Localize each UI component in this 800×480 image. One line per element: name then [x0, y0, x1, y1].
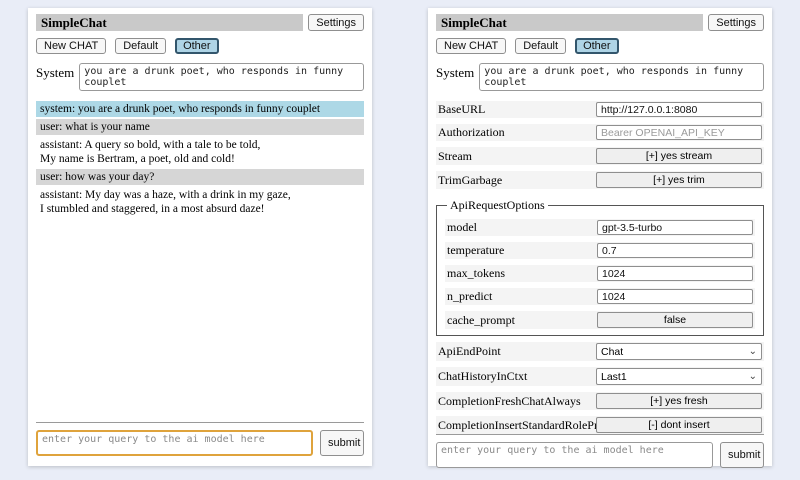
query-input[interactable]	[436, 442, 713, 468]
select-value: Last1	[601, 371, 627, 383]
completion-fresh-toggle-button[interactable]: [+] yes fresh	[596, 393, 762, 409]
session-toolbar: New CHAT Default Other	[36, 38, 364, 54]
app-title: SimpleChat	[436, 14, 703, 31]
chat-message-system: system: you are a drunk poet, who respon…	[36, 101, 364, 117]
divider	[36, 422, 364, 423]
stream-toggle-button[interactable]: [+] yes stream	[596, 148, 762, 164]
session-tab-default[interactable]: Default	[515, 38, 566, 54]
spacer	[36, 219, 364, 422]
setting-row-apiendpoint: ApiEndPoint Chat ⌄	[436, 342, 764, 361]
submit-button[interactable]: submit	[720, 442, 764, 468]
system-prompt-input[interactable]: you are a drunk poet, who responds in fu…	[79, 63, 364, 91]
setting-label: TrimGarbage	[438, 173, 596, 188]
settings-panel: SimpleChat Settings New CHAT Default Oth…	[428, 8, 772, 466]
query-bar: submit	[436, 442, 764, 468]
setting-row-completionfreshchatalways: CompletionFreshChatAlways [+] yes fresh	[436, 392, 764, 410]
completion-insert-toggle-button[interactable]: [-] dont insert	[596, 417, 762, 433]
trimgarbage-toggle-button[interactable]: [+] yes trim	[596, 172, 762, 188]
max-tokens-input[interactable]	[597, 266, 753, 281]
setting-label: n_predict	[447, 289, 597, 304]
session-tab-other[interactable]: Other	[575, 38, 619, 54]
new-chat-button[interactable]: New CHAT	[436, 38, 506, 54]
setting-label: temperature	[447, 243, 597, 258]
setting-row-chathistoryinctxt: ChatHistoryInCtxt Last1 ⌄	[436, 367, 764, 386]
app-title: SimpleChat	[36, 14, 303, 31]
baseurl-input[interactable]	[596, 102, 762, 117]
fieldset-legend: ApiRequestOptions	[447, 198, 548, 213]
chat-panel-header: SimpleChat Settings	[36, 14, 364, 31]
chathistoryinctxt-select[interactable]: Last1 ⌄	[596, 368, 762, 385]
system-label: System	[36, 63, 74, 81]
select-value: Chat	[601, 346, 623, 358]
setting-label: BaseURL	[438, 102, 596, 117]
chevron-down-icon: ⌄	[749, 372, 757, 382]
session-tab-default[interactable]: Default	[115, 38, 166, 54]
chat-message-list: system: you are a drunk poet, who respon…	[36, 101, 364, 219]
model-input[interactable]	[597, 220, 753, 235]
chat-message-user: user: what is your name	[36, 119, 364, 135]
submit-button[interactable]: submit	[320, 430, 364, 456]
setting-row-model: model	[445, 219, 755, 236]
setting-label: Stream	[438, 149, 596, 164]
setting-row-stream: Stream [+] yes stream	[436, 147, 764, 165]
setting-label: Authorization	[438, 125, 596, 140]
settings-button[interactable]: Settings	[708, 14, 764, 31]
setting-label: max_tokens	[447, 266, 597, 281]
setting-row-baseurl: BaseURL	[436, 101, 764, 118]
api-request-options-fieldset: ApiRequestOptions model temperature max_…	[436, 198, 764, 336]
setting-row-max-tokens: max_tokens	[445, 265, 755, 282]
temperature-input[interactable]	[597, 243, 753, 258]
n-predict-input[interactable]	[597, 289, 753, 304]
settings-button[interactable]: Settings	[308, 14, 364, 31]
system-prompt-input[interactable]: you are a drunk poet, who responds in fu…	[479, 63, 764, 91]
chat-message-assistant: assistant: My day was a haze, with a dri…	[36, 187, 364, 217]
setting-row-n-predict: n_predict	[445, 288, 755, 305]
new-chat-button[interactable]: New CHAT	[36, 38, 106, 54]
cache-prompt-toggle-button[interactable]: false	[597, 312, 753, 328]
setting-row-authorization: Authorization	[436, 124, 764, 141]
apiendpoint-select[interactable]: Chat ⌄	[596, 343, 762, 360]
system-label: System	[436, 63, 474, 81]
query-input[interactable]	[36, 430, 313, 456]
settings-list: BaseURL Authorization Stream [+] yes str…	[436, 95, 764, 434]
setting-label: ChatHistoryInCtxt	[438, 369, 596, 384]
setting-row-trimgarbage: TrimGarbage [+] yes trim	[436, 171, 764, 189]
chat-panel: SimpleChat Settings New CHAT Default Oth…	[28, 8, 372, 466]
settings-panel-header: SimpleChat Settings	[436, 14, 764, 31]
system-prompt-row: System you are a drunk poet, who respond…	[36, 63, 364, 91]
chat-message-user: user: how was your day?	[36, 169, 364, 185]
divider	[436, 434, 764, 435]
setting-label: CompletionFreshChatAlways	[438, 394, 596, 409]
session-tab-other[interactable]: Other	[175, 38, 219, 54]
chevron-down-icon: ⌄	[749, 347, 757, 357]
session-toolbar: New CHAT Default Other	[436, 38, 764, 54]
system-prompt-row: System you are a drunk poet, who respond…	[436, 63, 764, 91]
setting-label: model	[447, 220, 597, 235]
setting-row-temperature: temperature	[445, 242, 755, 259]
authorization-input[interactable]	[596, 125, 762, 140]
setting-label: cache_prompt	[447, 313, 597, 328]
query-bar: submit	[36, 430, 364, 456]
setting-label: ApiEndPoint	[438, 344, 596, 359]
setting-label: CompletionInsertStandardRolePrefix	[438, 418, 596, 433]
setting-row-cache-prompt: cache_prompt false	[445, 311, 755, 329]
page: SimpleChat Settings New CHAT Default Oth…	[0, 0, 800, 480]
setting-row-completioninsertstandardroleprefix: CompletionInsertStandardRolePrefix [-] d…	[436, 416, 764, 434]
chat-message-assistant: assistant: A query so bold, with a tale …	[36, 137, 364, 167]
